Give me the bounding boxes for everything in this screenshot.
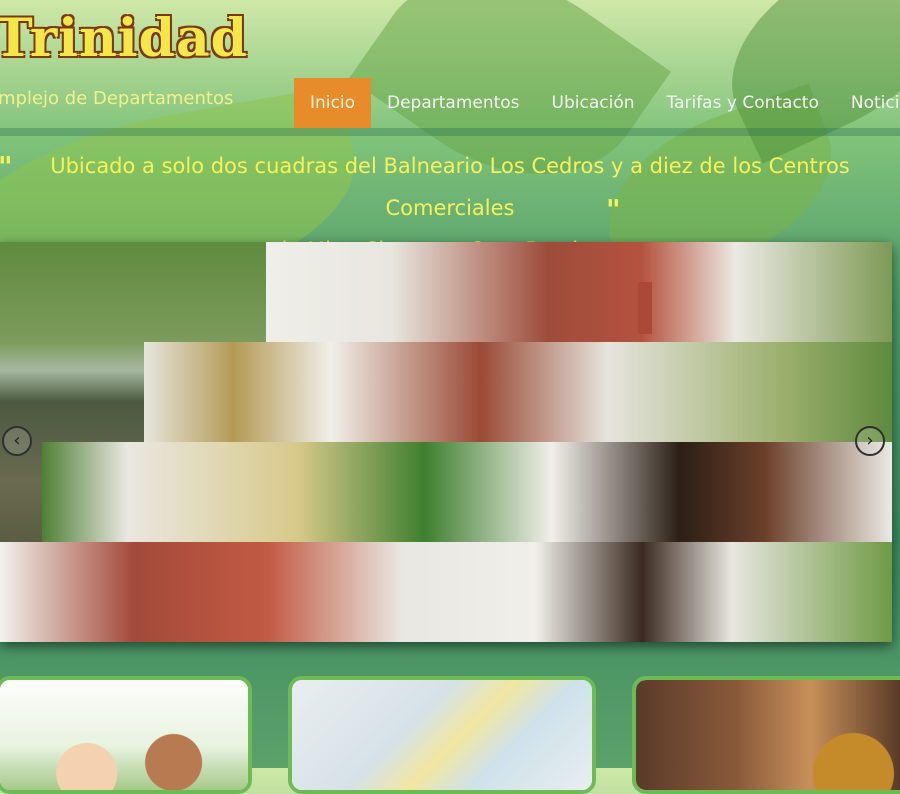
card-location-map[interactable]	[288, 676, 596, 794]
nav-item-departamentos[interactable]: Departamentos	[371, 78, 536, 128]
location-map	[292, 680, 592, 790]
family-photo	[0, 680, 248, 790]
card-family-photo[interactable]	[0, 676, 252, 794]
nav-underline	[0, 128, 900, 136]
chevron-left-icon: ‹	[13, 430, 21, 451]
photo-slider[interactable]	[0, 242, 892, 642]
site-header: Trinidad mplejo de Departamentos Inicio …	[0, 0, 900, 132]
slide-strip-2	[144, 342, 892, 442]
nav-item-ubicacion[interactable]: Ubicación	[536, 78, 651, 128]
slide-strip-3	[42, 442, 892, 542]
nav-item-inicio[interactable]: Inicio	[294, 78, 371, 128]
slide-strip-4	[0, 542, 892, 642]
nav-item-tarifas-contacto[interactable]: Tarifas y Contacto	[651, 78, 835, 128]
nav-item-noticias[interactable]: Noticias	[835, 78, 900, 128]
slider-prev-button[interactable]: ‹	[2, 426, 32, 456]
site-tagline: mplejo de Departamentos	[0, 88, 234, 109]
intro-quote-line-1: Ubicado a solo dos cuadras del Balneario…	[50, 154, 850, 220]
chevron-right-icon: ›	[866, 430, 874, 451]
reception-bell-photo	[636, 680, 900, 790]
slider-next-button[interactable]: ›	[855, 426, 885, 456]
quote-close-mark: "	[606, 193, 621, 226]
slide-strip-1	[266, 242, 892, 342]
card-reception-bell-photo[interactable]	[632, 676, 900, 794]
site-logo[interactable]: Trinidad	[0, 8, 248, 69]
main-nav: Inicio Departamentos Ubicación Tarifas y…	[294, 78, 900, 128]
